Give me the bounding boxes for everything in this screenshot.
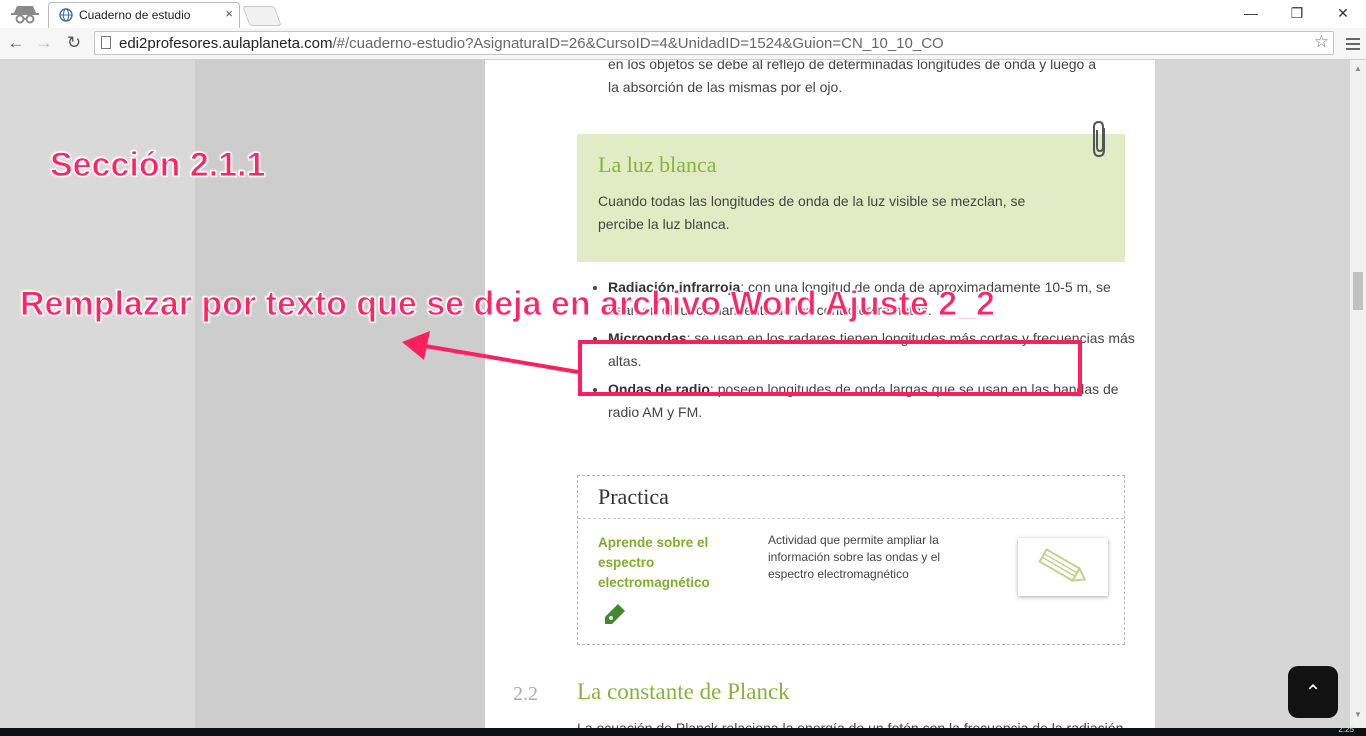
forward-button[interactable]: → <box>33 32 55 54</box>
note-box-luz-blanca: La luz blanca Cuando todas las longitude… <box>577 134 1125 262</box>
scroll-to-top-button[interactable]: ⌃ <box>1288 666 1338 718</box>
new-tab-button[interactable] <box>242 6 282 26</box>
chrome-menu-icon[interactable] <box>1343 34 1363 54</box>
practice-header: Practica <box>578 476 1124 519</box>
page-viewport: en los objetos se debe al reflejo de det… <box>0 60 1350 728</box>
tab-cuaderno[interactable]: Cuaderno de estudio × <box>48 2 240 28</box>
minimize-button[interactable]: — <box>1228 0 1274 26</box>
url-host: edi2profesores.aulaplaneta.com <box>119 35 333 52</box>
pencil-icon <box>1038 548 1087 582</box>
annotation-highlight-box <box>578 340 1082 396</box>
url-path: /#/cuaderno-estudio?AsignaturaID=26&Curs… <box>332 35 944 52</box>
section-number: 2.2 <box>513 683 538 705</box>
section-title: La constante de Planck <box>577 679 790 704</box>
bookmark-star-icon[interactable]: ☆ <box>1314 32 1329 52</box>
edit-pen-icon[interactable] <box>602 601 628 627</box>
activity-thumbnail[interactable] <box>1018 538 1108 596</box>
practice-title: Practica <box>598 484 669 509</box>
url-text[interactable]: edi2profesores.aulaplaneta.com/#/cuadern… <box>119 35 944 52</box>
taskbar: 2:25 <box>0 725 1366 736</box>
scrollbar-thumb[interactable] <box>1353 272 1363 310</box>
intro-paragraph: en los objetos se debe al reflejo de det… <box>608 60 1097 95</box>
globe-icon <box>59 8 73 22</box>
browser-titlebar: Cuaderno de estudio × — ❐ ✕ <box>0 0 1366 28</box>
close-tab-icon[interactable]: × <box>225 6 233 21</box>
incognito-icon <box>11 6 39 24</box>
right-gutter <box>1155 60 1350 728</box>
note-title: La luz blanca <box>598 152 717 177</box>
activity-description: Actividad que permite ampliar la informa… <box>768 533 941 581</box>
practice-box: Practica Aprende sobre el espectro elect… <box>577 475 1125 645</box>
vertical-scrollbar[interactable]: ▲ ▼ <box>1350 60 1366 728</box>
reload-button[interactable]: ↻ <box>63 32 85 54</box>
taskbar-clock: 2:25 <box>1338 725 1354 734</box>
paperclip-icon <box>1093 120 1105 158</box>
address-bar[interactable]: edi2profesores.aulaplaneta.com/#/cuadern… <box>94 31 1334 55</box>
annotation-section-label: Sección 2.1.1 <box>49 146 266 185</box>
tab-title: Cuaderno de estudio <box>79 8 191 22</box>
back-button[interactable]: ← <box>5 32 27 54</box>
annotation-replace-note: Remplazar por texto que se deja en archi… <box>20 285 996 324</box>
page-icon <box>101 36 111 49</box>
close-window-button[interactable]: ✕ <box>1320 0 1366 26</box>
scroll-up-arrow-icon[interactable]: ▲ <box>1354 64 1362 73</box>
scroll-down-arrow-icon[interactable]: ▼ <box>1354 710 1362 719</box>
section-text: La ecuación de Planck relaciona la energ… <box>577 720 1124 728</box>
browser-toolbar: ← → ↻ edi2profesores.aulaplaneta.com/#/c… <box>0 28 1366 60</box>
activity-link[interactable]: Aprende sobre el espectro electromagnéti… <box>598 533 738 593</box>
note-text: Cuando todas las longitudes de onda de l… <box>598 193 1026 232</box>
maximize-button[interactable]: ❐ <box>1274 0 1320 26</box>
